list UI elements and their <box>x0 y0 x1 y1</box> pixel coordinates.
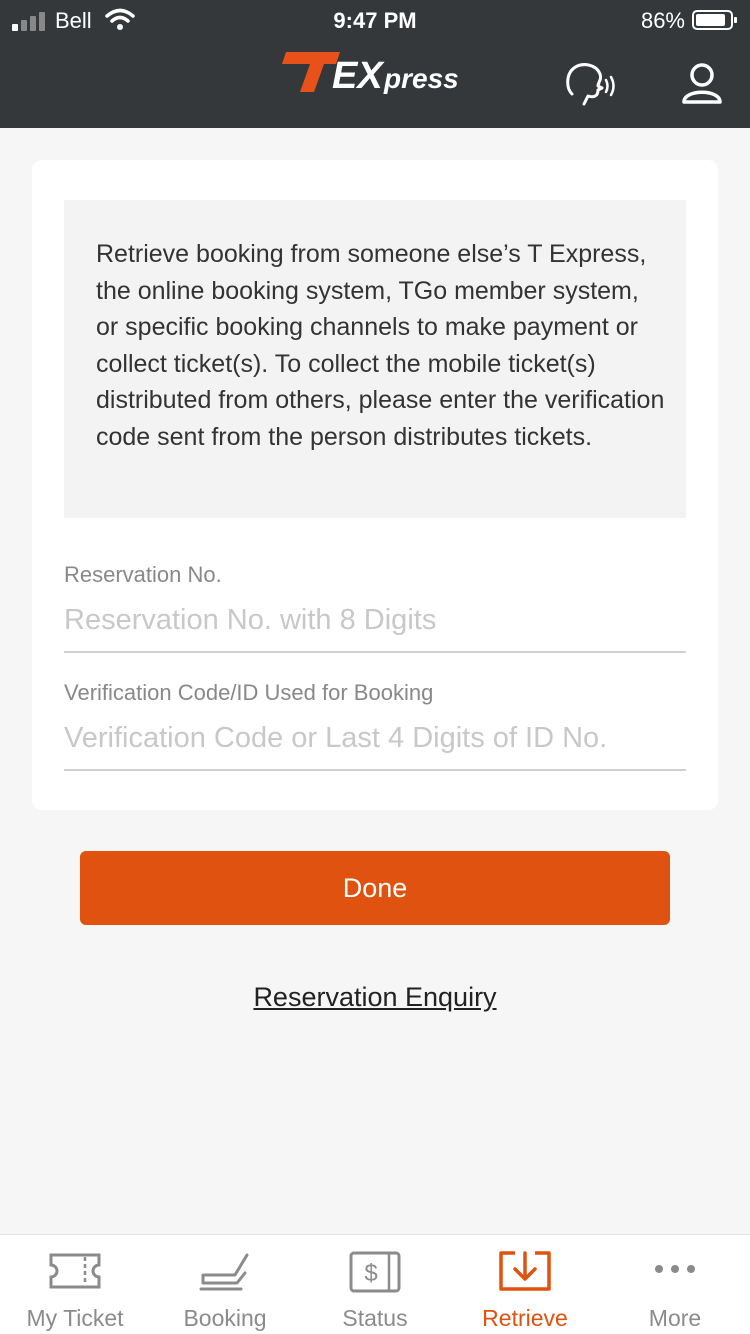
tab-my-ticket[interactable]: My Ticket <box>0 1235 150 1334</box>
done-button[interactable]: Done <box>80 851 670 925</box>
tab-bar: My Ticket Booking $ Status Retrieve More <box>0 1234 750 1334</box>
verification-field: Verification Code/ID Used for Booking <box>64 680 686 771</box>
top-bar: Bell 9:47 PM 86% EX press <box>0 0 750 128</box>
tab-label: Booking <box>183 1305 267 1331</box>
clock: 9:47 PM <box>333 8 417 33</box>
account-button[interactable] <box>672 58 732 108</box>
tab-status[interactable]: $ Status <box>300 1235 450 1334</box>
battery-percent: 86% <box>640 8 685 33</box>
info-box: Retrieve booking from someone else’s T E… <box>64 200 686 518</box>
reservation-enquiry-link[interactable]: Reservation Enquiry <box>0 982 750 1013</box>
ticket-icon <box>49 1253 101 1289</box>
tab-retrieve[interactable]: Retrieve <box>450 1235 600 1334</box>
voice-assist-button[interactable] <box>560 58 620 108</box>
seat-icon <box>199 1253 249 1291</box>
status-bar: Bell 9:47 PM 86% <box>0 0 750 40</box>
verification-input[interactable] <box>64 722 686 771</box>
svg-text:$: $ <box>364 1260 377 1287</box>
svg-text:press: press <box>383 63 459 94</box>
tab-label: Status <box>342 1305 408 1331</box>
retrieve-download-icon <box>499 1251 551 1291</box>
user-icon <box>682 63 722 104</box>
tab-booking[interactable]: Booking <box>150 1235 300 1334</box>
reservation-input[interactable] <box>64 604 686 653</box>
battery-icon <box>692 10 737 30</box>
tab-label: My Ticket <box>26 1305 124 1331</box>
texpress-logo: EX press <box>282 52 459 96</box>
retrieve-card: Retrieve booking from someone else’s T E… <box>32 160 718 810</box>
reservation-field: Reservation No. <box>64 562 686 653</box>
info-text: Retrieve booking from someone else’s T E… <box>96 240 665 451</box>
tab-label: Retrieve <box>482 1305 568 1331</box>
voice-assist-icon <box>566 63 615 106</box>
status-dollar-icon: $ <box>349 1251 401 1293</box>
reservation-label: Reservation No. <box>64 562 222 587</box>
verification-label: Verification Code/ID Used for Booking <box>64 680 434 705</box>
tab-more[interactable]: More <box>600 1235 750 1334</box>
svg-text:EX: EX <box>332 55 385 96</box>
more-dots-icon <box>655 1265 695 1273</box>
tab-label: More <box>648 1305 702 1331</box>
app-screen: Bell 9:47 PM 86% EX press Retrieve booki… <box>0 0 750 1334</box>
